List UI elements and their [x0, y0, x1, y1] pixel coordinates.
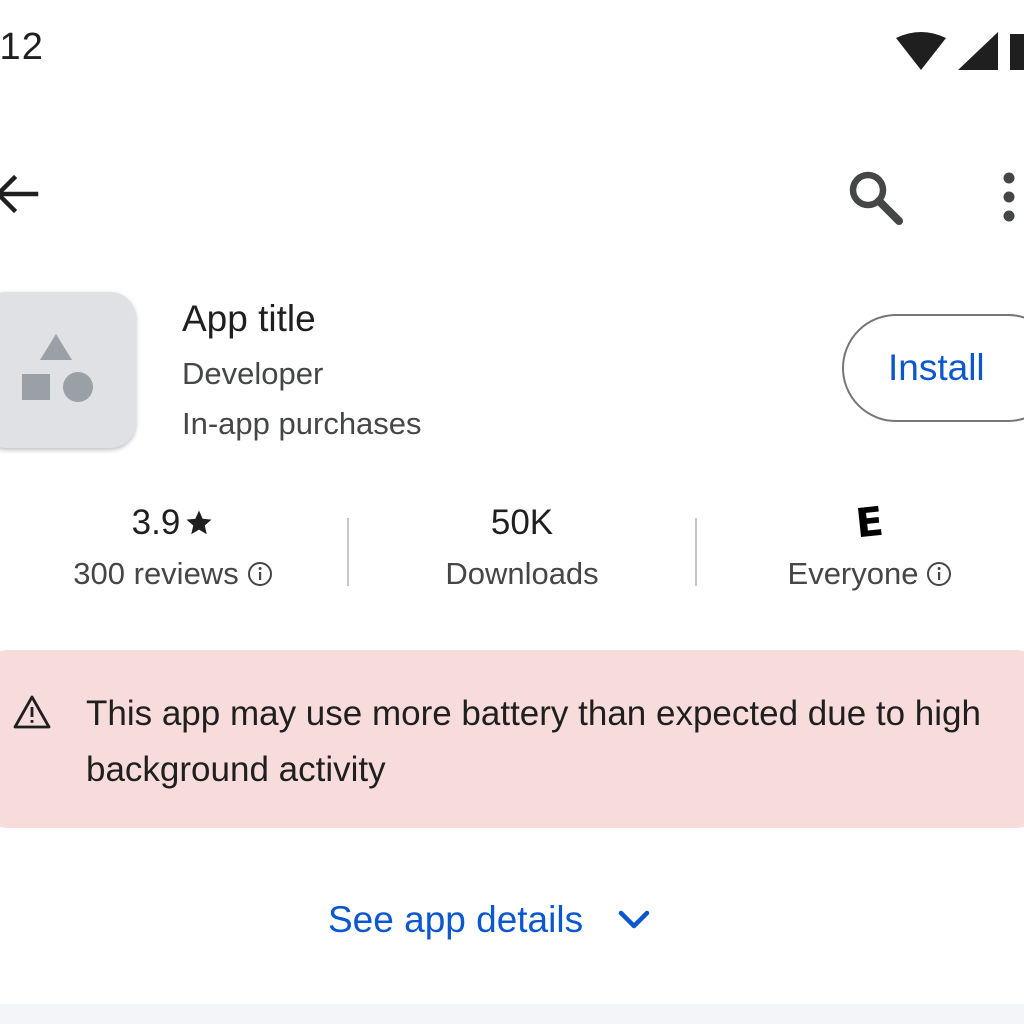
battery-warning-banner: This app may use more battery than expec… — [0, 650, 1024, 828]
battery-icon — [1010, 34, 1024, 70]
see-app-details-label: See app details — [328, 899, 584, 940]
back-arrow-icon — [0, 174, 39, 214]
install-button[interactable]: Install — [842, 314, 1024, 422]
info-icon[interactable] — [247, 561, 273, 587]
stat-divider — [695, 518, 697, 586]
downloads-label: Downloads — [445, 556, 599, 591]
app-detail-screen: :12 Ap — [0, 0, 1024, 1024]
downloads-value: 50K — [490, 503, 554, 542]
warning-triangle-icon — [13, 695, 51, 729]
info-icon[interactable] — [926, 561, 952, 587]
rating-value: 3.9 — [131, 503, 181, 542]
status-time: :12 — [0, 26, 44, 68]
rating-stat[interactable]: 3.9 300 reviews — [38, 500, 308, 592]
wifi-icon — [896, 32, 946, 70]
more-options-button[interactable] — [994, 170, 1024, 224]
chevron-down-icon — [618, 910, 650, 929]
bottom-strip — [0, 1004, 1024, 1024]
in-app-purchases-label: In-app purchases — [182, 406, 422, 441]
search-button[interactable] — [846, 168, 904, 226]
placeholder-shapes-icon — [22, 334, 93, 402]
back-button[interactable] — [0, 168, 44, 220]
cell-signal-icon — [958, 32, 998, 70]
content-rating-badge: E — [853, 498, 886, 548]
app-title: App title — [182, 298, 316, 339]
star-icon — [186, 510, 212, 535]
status-icons — [896, 32, 1024, 70]
content-rating-stat[interactable]: E Everyone — [746, 498, 994, 592]
content-rating-label: Everyone — [787, 556, 919, 591]
search-icon — [849, 171, 903, 225]
reviews-count: 300 reviews — [73, 556, 239, 591]
warning-text: This app may use more battery than expec… — [86, 694, 981, 789]
downloads-stat: 50K Downloads — [392, 500, 652, 592]
app-developer[interactable]: Developer — [182, 356, 323, 392]
more-vert-icon — [1003, 172, 1015, 222]
app-icon — [0, 292, 136, 448]
see-app-details-button[interactable]: See app details — [328, 890, 651, 950]
stat-divider — [347, 518, 349, 586]
